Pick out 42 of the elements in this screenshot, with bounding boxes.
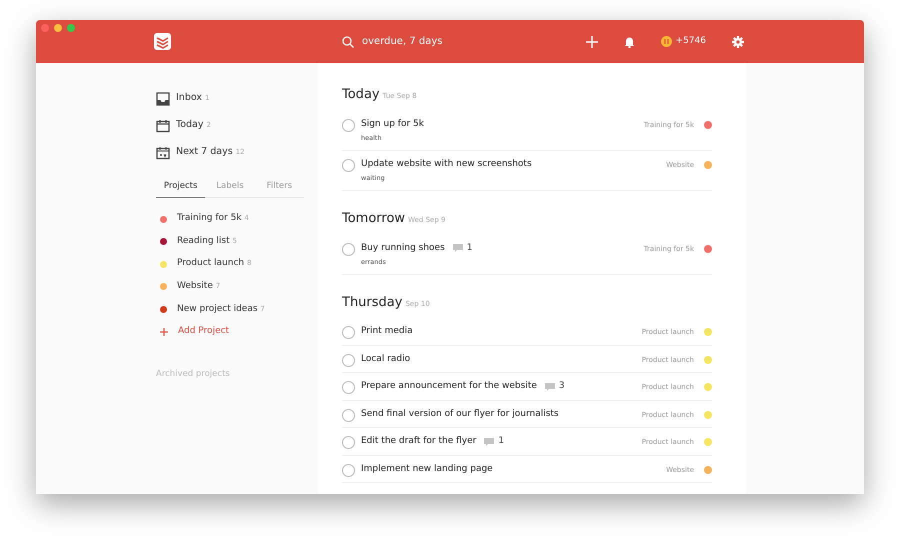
karma-score: +5746: [676, 34, 706, 48]
search-field[interactable]: overdue, 7 days: [362, 34, 442, 49]
task-title[interactable]: Sign up for 5k: [361, 118, 424, 131]
task-title[interactable]: Implement new landing page: [361, 462, 493, 476]
comment-count: 3: [558, 380, 565, 394]
task-title[interactable]: Update website with new screenshots: [361, 158, 532, 172]
day-heading: Thursday: [342, 294, 402, 310]
logo-icon[interactable]: [154, 33, 171, 50]
calendar-icon[interactable]: [156, 118, 170, 132]
task-checkbox[interactable]: [342, 408, 355, 422]
task-checkbox[interactable]: [342, 118, 355, 132]
add-project-link[interactable]: Add Project: [178, 325, 230, 339]
comment-icon[interactable]: [484, 438, 494, 446]
minimize-button[interactable]: [54, 24, 62, 32]
day-heading: Tomorrow: [342, 211, 406, 226]
add-icon[interactable]: [160, 328, 168, 336]
comment-count: 1: [498, 435, 504, 448]
close-button[interactable]: [41, 24, 49, 32]
comment-count: 1: [466, 242, 473, 254]
task-checkbox[interactable]: [342, 354, 355, 367]
task-title[interactable]: Send final version of our flyer for journalists: [361, 408, 559, 422]
search-icon[interactable]: [342, 36, 354, 48]
comment-icon[interactable]: [452, 244, 463, 252]
task-checkbox[interactable]: [342, 436, 355, 450]
task-title[interactable]: Local radio: [361, 352, 410, 366]
sidebar-tab[interactable]: Projects: [156, 176, 206, 198]
task-checkbox[interactable]: [342, 464, 355, 477]
task-checkbox[interactable]: [342, 158, 355, 172]
task-checkbox[interactable]: [342, 381, 355, 394]
inbox-icon[interactable]: [156, 92, 170, 106]
task-title[interactable]: Prepare announcement for the website: [361, 380, 537, 394]
comment-icon[interactable]: [544, 383, 555, 391]
task-title[interactable]: Print media: [361, 325, 413, 339]
settings-icon[interactable]: [732, 36, 744, 48]
task-title[interactable]: Edit the draft for the flyer: [361, 435, 476, 449]
day-heading: Today: [342, 87, 380, 102]
calendar-icon[interactable]: [156, 146, 170, 160]
bell-icon[interactable]: [624, 36, 635, 48]
task-checkbox[interactable]: [342, 326, 355, 340]
task-checkbox[interactable]: [342, 242, 355, 256]
task-title[interactable]: Buy running shoes: [361, 242, 445, 255]
zoom-button[interactable]: [67, 24, 75, 32]
